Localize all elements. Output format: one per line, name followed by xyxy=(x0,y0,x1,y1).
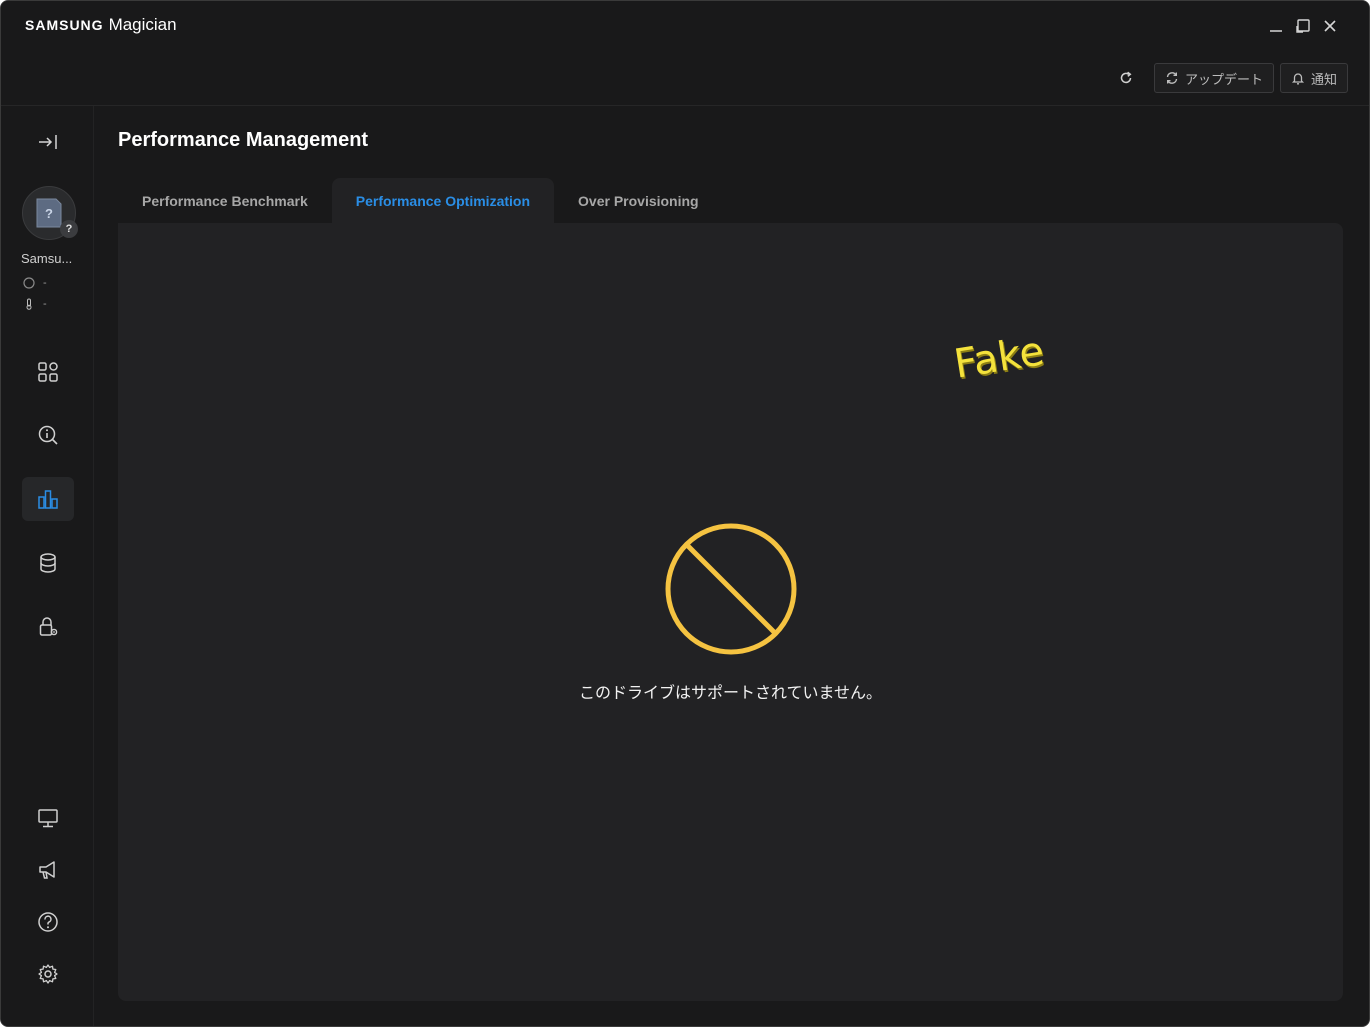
monitor-icon xyxy=(38,809,58,828)
minimize-button[interactable] xyxy=(1267,15,1285,37)
minimize-icon xyxy=(1270,30,1282,32)
refresh-button[interactable] xyxy=(1112,63,1140,93)
nav-help[interactable] xyxy=(22,900,74,944)
update-button[interactable]: アップデート xyxy=(1153,63,1274,93)
thermometer-icon xyxy=(26,298,32,310)
bell-icon xyxy=(1291,73,1305,85)
page-title: Performance Management xyxy=(118,129,369,151)
refresh-icon xyxy=(1120,71,1132,84)
drive-temperature-row: - xyxy=(23,298,47,310)
unknown-drive-icon: ? xyxy=(36,198,62,228)
info-search-icon xyxy=(38,425,58,445)
tab-over-provisioning[interactable]: Over Provisioning xyxy=(554,178,723,224)
nav-announcements[interactable] xyxy=(22,848,74,892)
brand-product: Magician xyxy=(108,15,177,34)
notification-button[interactable]: 通知 xyxy=(1279,63,1348,93)
fake-stamp-text: Fake xyxy=(950,328,1048,388)
tab-content-panel: Fake このドライブはサポートされていません。 xyxy=(118,223,1343,1001)
tab-performance-benchmark[interactable]: Performance Benchmark xyxy=(118,178,332,224)
prohibited-icon xyxy=(665,523,797,655)
tab-bar: Performance Benchmark Performance Optimi… xyxy=(118,178,723,224)
gear-icon xyxy=(38,964,58,984)
status-circle-icon xyxy=(23,277,35,289)
drive-status-value: - xyxy=(43,277,47,289)
sidebar: ? ? Samsu... - - xyxy=(1,106,94,1026)
update-label: アップデート xyxy=(1184,71,1263,87)
svg-text:?: ? xyxy=(45,206,53,221)
close-button[interactable] xyxy=(1321,15,1339,37)
notification-label: 通知 xyxy=(1310,71,1337,87)
drive-temperature-value: - xyxy=(43,298,47,310)
expand-arrow-icon xyxy=(39,135,57,149)
nav-system-information[interactable] xyxy=(22,796,74,840)
nav-security-management[interactable] xyxy=(22,605,74,649)
sync-icon xyxy=(1166,72,1178,84)
drive-avatar[interactable]: ? ? xyxy=(22,186,78,240)
bar-chart-icon xyxy=(38,490,58,509)
brand-samsung: SAMSUNG xyxy=(25,17,104,33)
help-icon xyxy=(38,912,58,932)
nav-dashboard[interactable] xyxy=(22,350,74,394)
header-actions: アップデート 通知 xyxy=(1112,63,1348,93)
restore-button[interactable] xyxy=(1294,15,1312,37)
dashboard-grid-icon xyxy=(38,362,58,382)
tab-performance-optimization[interactable]: Performance Optimization xyxy=(331,178,555,224)
close-icon xyxy=(1324,20,1336,32)
restore-icon xyxy=(1296,19,1310,33)
window-controls xyxy=(1267,15,1339,37)
nav-drive-information[interactable] xyxy=(22,413,74,457)
nav-performance-management[interactable] xyxy=(22,477,74,521)
app-logo: SAMSUNG Magician xyxy=(25,15,177,35)
drive-name: Samsu... xyxy=(21,251,73,266)
unsupported-drive-message: このドライブはサポートされていません。 xyxy=(578,685,883,702)
lock-gear-icon xyxy=(39,617,58,636)
nav-settings[interactable] xyxy=(22,952,74,996)
drive-unknown-badge: ? xyxy=(60,220,78,238)
title-bar: SAMSUNG Magician アップデート 通知 xyxy=(1,1,1369,106)
app-window: SAMSUNG Magician アップデート 通知 ? ? Samsu... … xyxy=(0,0,1370,1027)
expand-sidebar-button[interactable] xyxy=(34,130,62,154)
database-icon xyxy=(40,553,56,573)
nav-data-management[interactable] xyxy=(22,541,74,585)
megaphone-icon xyxy=(39,861,55,879)
drive-status-row: - xyxy=(23,277,47,289)
